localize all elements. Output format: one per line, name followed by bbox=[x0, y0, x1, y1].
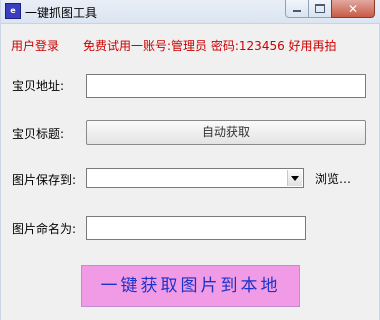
promo-text: 免费试用一账号:管理员 密码:123456 好用再拍 bbox=[83, 39, 337, 53]
minimize-icon bbox=[293, 10, 301, 12]
url-label: 宝贝地址: bbox=[12, 79, 65, 93]
chevron-down-icon bbox=[291, 175, 299, 181]
title-bar[interactable]: e 一键抓图工具 ✕ bbox=[1, 0, 380, 24]
close-button[interactable]: ✕ bbox=[331, 0, 375, 18]
browse-button[interactable]: 浏览… bbox=[315, 170, 351, 187]
dropdown-arrow-button[interactable] bbox=[287, 170, 302, 186]
url-input[interactable] bbox=[86, 74, 366, 98]
save-path-select[interactable] bbox=[86, 168, 304, 188]
fetch-images-button[interactable]: 一键获取图片到本地 bbox=[81, 265, 300, 307]
title-label: 宝贝标题: bbox=[12, 127, 65, 141]
file-name-label: 图片命名为: bbox=[12, 222, 77, 236]
minimize-button[interactable] bbox=[285, 0, 309, 18]
app-icon: e bbox=[5, 3, 21, 19]
app-window: e 一键抓图工具 ✕ 用户登录 免费试用一账号:管理员 密码:123456 好用再… bbox=[0, 0, 380, 320]
maximize-button[interactable] bbox=[308, 0, 332, 18]
save-path-label: 图片保存到: bbox=[12, 173, 77, 187]
window-title: 一键抓图工具 bbox=[25, 6, 98, 20]
close-icon: ✕ bbox=[347, 1, 359, 16]
file-name-input[interactable] bbox=[86, 216, 306, 240]
login-link[interactable]: 用户登录 bbox=[11, 39, 59, 53]
maximize-icon bbox=[315, 4, 325, 13]
header-line: 用户登录 免费试用一账号:管理员 密码:123456 好用再拍 bbox=[11, 37, 337, 54]
auto-fetch-button[interactable]: 自动获取 bbox=[86, 120, 366, 145]
